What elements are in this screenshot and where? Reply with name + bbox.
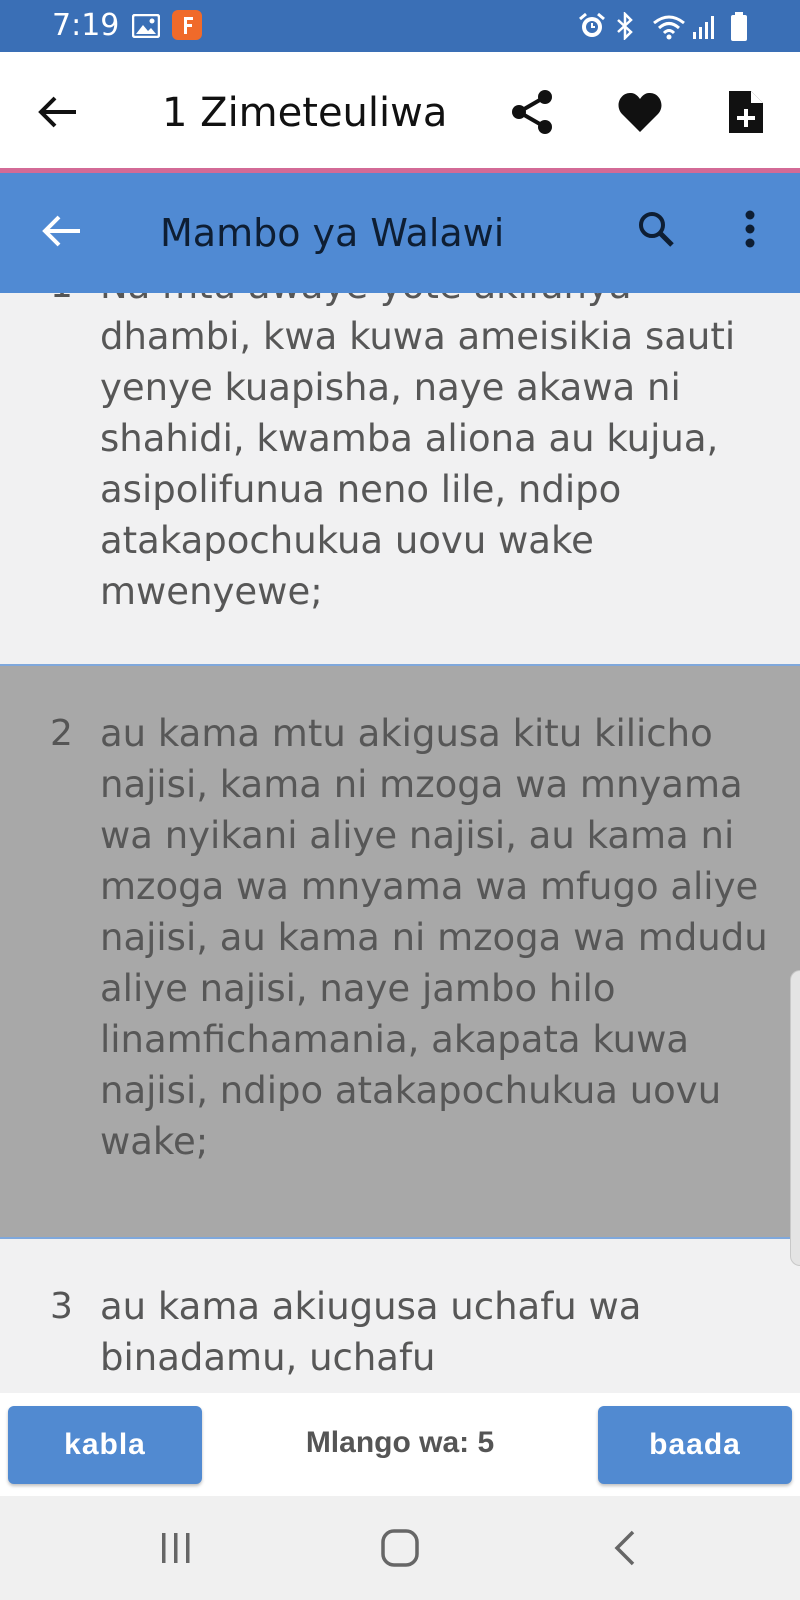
page-title: 1 Zimeteuliwa (162, 90, 448, 136)
verse-text: au kama mtu akigusa kitu kilicho najisi,… (100, 712, 768, 1163)
previous-chapter-button[interactable]: kabla (8, 1406, 202, 1484)
alarm-icon (578, 12, 606, 45)
verse-text: au kama akiugusa uchafu wa binadamu, uch… (100, 1285, 642, 1379)
verse-list[interactable]: 1 Na mtu awaye yote akifanya dhambi, kwa… (0, 293, 800, 1393)
home-icon (381, 1529, 419, 1567)
system-navigation-bar (0, 1496, 800, 1600)
wifi-icon (652, 14, 686, 45)
gallery-notification-icon (131, 13, 161, 43)
share-button[interactable] (504, 84, 560, 140)
system-back-button[interactable] (594, 1524, 654, 1572)
bluetooth-icon (614, 10, 636, 45)
verse-number: 3 (50, 1286, 73, 1327)
search-icon (639, 212, 674, 247)
recent-apps-button[interactable] (146, 1524, 206, 1572)
chapter-navigation: kabla Mlango wa: 5 baada (0, 1393, 800, 1496)
more-options-button[interactable] (722, 201, 778, 257)
verse-text: Na mtu awaye yote akifanya dhambi, kwa k… (100, 293, 736, 613)
book-back-button[interactable] (34, 203, 90, 259)
search-button[interactable] (628, 201, 684, 257)
scrollbar-thumb[interactable] (790, 970, 800, 1266)
verse-item-1[interactable]: 1 Na mtu awaye yote akifanya dhambi, kwa… (0, 293, 800, 664)
verse-item-3[interactable]: 3 au kama akiugusa uchafu wa binadamu, u… (0, 1239, 800, 1393)
verse-item-2[interactable]: 2 au kama mtu akigusa kitu kilicho najis… (0, 666, 800, 1237)
favorite-button[interactable] (612, 84, 668, 140)
more-vertical-icon (745, 210, 755, 248)
battery-icon (730, 12, 748, 47)
next-chapter-button[interactable]: baada (598, 1406, 792, 1484)
verse-number: 2 (50, 713, 73, 754)
chevron-left-icon (614, 1530, 635, 1566)
chapter-indicator: Mlango wa: 5 (305, 1426, 495, 1459)
status-bar: 7:19 (0, 0, 800, 52)
status-time: 7:19 (52, 8, 120, 43)
book-title: Mambo ya Walawi (160, 211, 505, 255)
verse-number: 1 (50, 293, 73, 306)
add-note-button[interactable] (718, 84, 774, 140)
app-notification-icon (172, 10, 202, 45)
heart-icon (618, 92, 662, 132)
app-toolbar: 1 Zimeteuliwa (0, 52, 800, 168)
recent-apps-icon (162, 1533, 190, 1563)
back-arrow-icon (42, 215, 80, 247)
share-icon (512, 90, 552, 134)
back-arrow-icon (38, 96, 76, 128)
home-button[interactable] (370, 1524, 430, 1572)
signal-icon (692, 14, 718, 45)
book-toolbar: Mambo ya Walawi (0, 173, 800, 293)
back-button[interactable] (30, 84, 86, 140)
add-document-icon (729, 91, 763, 133)
